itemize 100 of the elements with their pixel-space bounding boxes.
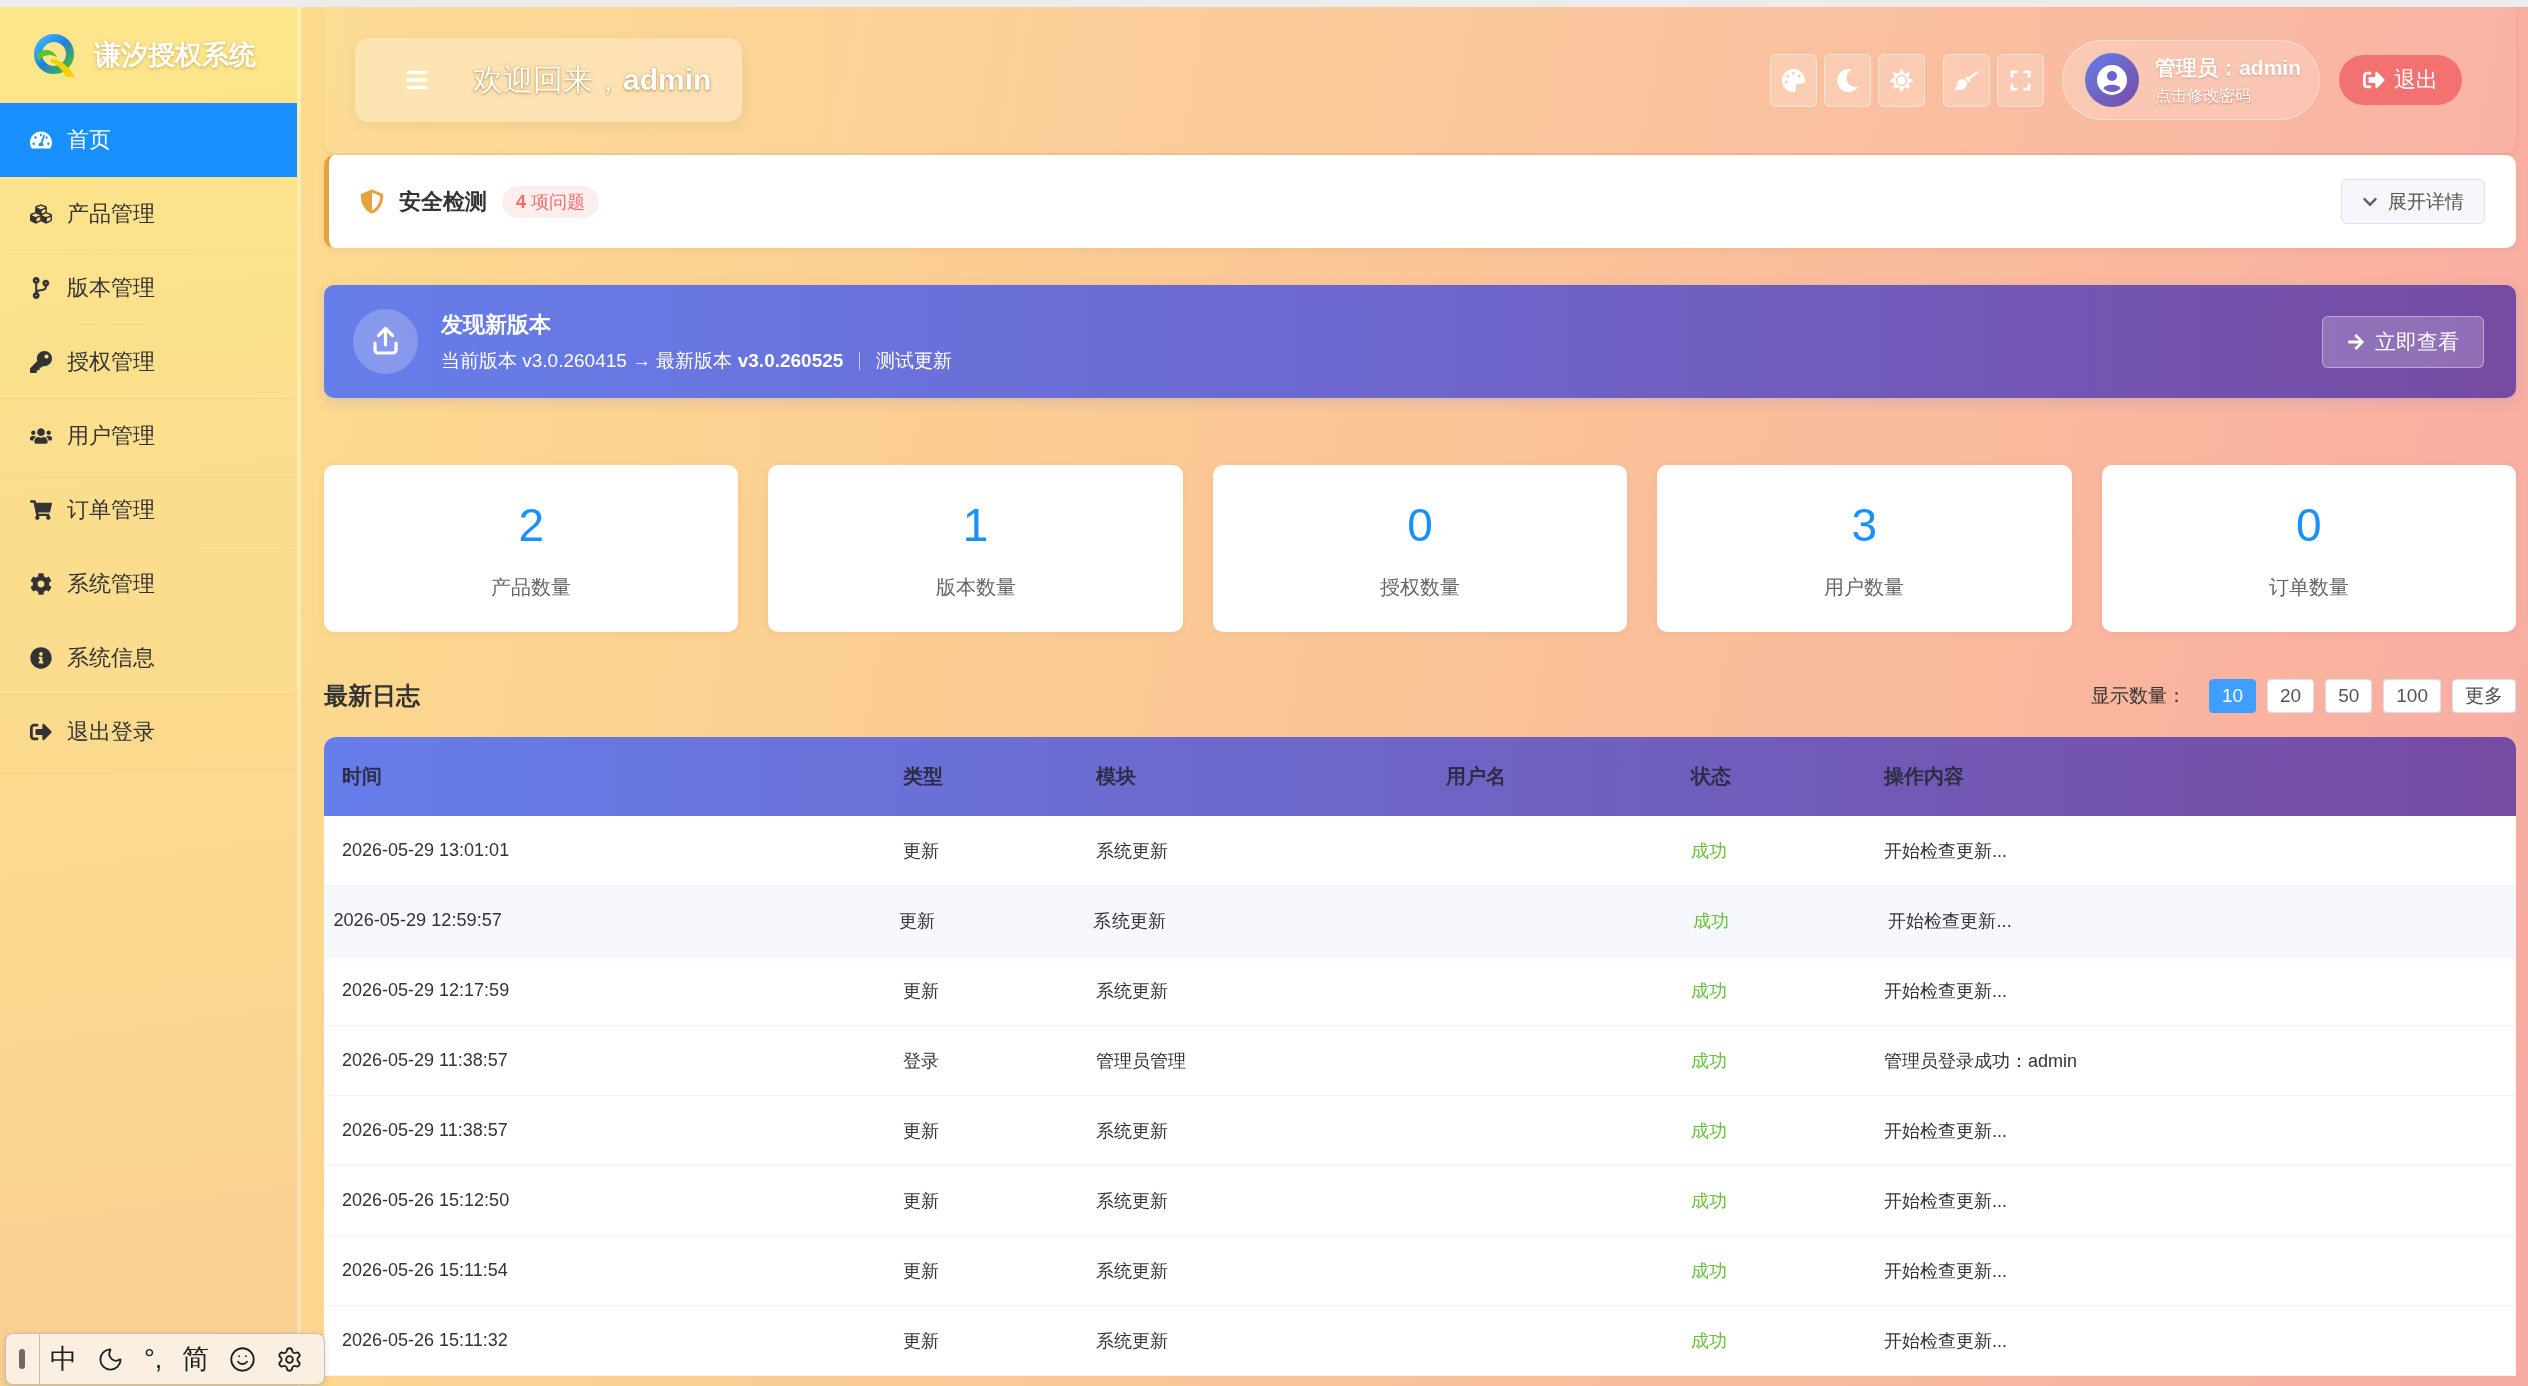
fullscreen-button[interactable] xyxy=(1997,53,2045,107)
view-now-button[interactable]: 立即查看 xyxy=(2322,315,2484,368)
table-cell-text: 成功 xyxy=(1693,909,1731,933)
issue-count-badge: 4 项问题 xyxy=(502,185,600,218)
sidebar-item[interactable]: 产品管理 xyxy=(0,177,297,251)
table-cell-text: 成功 xyxy=(1691,1329,1728,1353)
column-header: 操作内容 xyxy=(1884,764,1965,789)
table-cell-text: 系统更新 xyxy=(1096,1189,1169,1213)
table-cell-text: 开始检查更新... xyxy=(1884,839,2008,863)
sidebar-item[interactable]: 授权管理 xyxy=(0,325,297,399)
stat-label: 版本数量 xyxy=(935,575,1016,601)
broom-icon xyxy=(1955,68,1979,92)
sidebar-item[interactable]: 版本管理 xyxy=(0,251,297,325)
settings-icon[interactable] xyxy=(276,1345,304,1373)
welcome-text: 欢迎回来，admin xyxy=(473,61,712,98)
stat-value: 1 xyxy=(962,499,989,551)
sidebar-item[interactable]: 退出登录 xyxy=(0,695,297,769)
section-title: 最新日志 xyxy=(324,681,420,711)
menu-icon[interactable] xyxy=(405,68,429,92)
table-cell-text: 系统更新 xyxy=(1096,839,1169,863)
sidebar-item[interactable]: 用户管理 xyxy=(0,399,297,473)
arrow-right-icon xyxy=(2347,332,2365,351)
shield-icon xyxy=(360,188,384,215)
smiley-icon[interactable] xyxy=(229,1345,257,1373)
table-cell-text: 2026-05-29 11:38:57 xyxy=(342,1050,509,1071)
table-cell-text: 成功 xyxy=(1691,1189,1728,1213)
input-mode-button[interactable]: 中 xyxy=(50,1345,77,1373)
column-header: 用户名 xyxy=(1446,764,1507,789)
branch-icon xyxy=(30,276,52,299)
table-cell-text: 更新 xyxy=(903,1259,940,1283)
table-cell-text: 2026-05-29 13:01:01 xyxy=(342,840,511,861)
info-icon xyxy=(30,646,52,669)
logout-icon xyxy=(2363,69,2385,91)
stat-value: 2 xyxy=(518,499,544,551)
grip-icon[interactable] xyxy=(19,1349,25,1369)
broom-button[interactable] xyxy=(1943,53,1991,107)
table-cell-text: 开始检查更新... xyxy=(1884,1259,2008,1283)
page-size-label: 显示数量： xyxy=(2090,684,2186,708)
update-title: 发现新版本 xyxy=(441,310,552,339)
table-cell-text: 系统更新 xyxy=(1096,1259,1169,1283)
script-button[interactable]: 简 xyxy=(182,1345,210,1373)
table-cell-text: 系统更新 xyxy=(1096,1329,1169,1353)
more-button[interactable]: 更多 xyxy=(2452,679,2516,713)
table-cell-text: 更新 xyxy=(903,1329,940,1353)
table-cell-text: 开始检查更新... xyxy=(1884,1329,2008,1353)
user-name: 管理员：admin xyxy=(2155,54,2301,81)
moon-icon xyxy=(1836,68,1860,92)
app-title: 谦汐授权系统 xyxy=(94,39,256,72)
table-cell-text: 系统更新 xyxy=(1096,1119,1169,1143)
table-cell-text: 开始检查更新... xyxy=(1884,979,2008,1003)
palette-icon xyxy=(1782,68,1806,92)
table-cell-text: 更新 xyxy=(903,1119,940,1143)
key-icon xyxy=(30,350,52,373)
table-cell-text: 更新 xyxy=(903,1189,940,1213)
page-size-button[interactable]: 100 xyxy=(2383,679,2441,713)
stat-value: 0 xyxy=(2296,499,2322,551)
fullscreen-icon xyxy=(2009,68,2033,92)
table-cell-text: 开始检查更新... xyxy=(1884,1189,2008,1213)
dark-mode-button[interactable] xyxy=(1824,53,1872,107)
light-mode-button[interactable] xyxy=(1878,53,1926,107)
table-cell-text: 开始检查更新... xyxy=(1884,1119,2008,1143)
stat-label: 用户数量 xyxy=(1824,575,1905,601)
sidebar-item[interactable]: 订单管理 xyxy=(0,473,297,547)
stat-label: 产品数量 xyxy=(491,575,572,601)
stat-label: 订单数量 xyxy=(2268,575,2349,601)
column-header: 模块 xyxy=(1096,764,1137,789)
table-cell-text: 2026-05-29 12:59:57 xyxy=(333,909,503,932)
column-header: 时间 xyxy=(342,764,383,789)
settings-icon xyxy=(30,572,52,595)
table-cell-text: 更新 xyxy=(898,909,937,933)
punctuation-button[interactable]: °, xyxy=(144,1345,163,1373)
table-cell-text: 系统更新 xyxy=(1093,909,1167,933)
table-cell-text: 更新 xyxy=(903,979,940,1003)
page-size-button[interactable]: 50 xyxy=(2325,679,2373,713)
table-cell-text: 2026-05-26 15:12:50 xyxy=(342,1190,511,1211)
page-size-button[interactable]: 20 xyxy=(2267,679,2315,713)
stat-label: 授权数量 xyxy=(1380,575,1460,601)
table-cell-text: 更新 xyxy=(903,839,940,863)
palette-button[interactable] xyxy=(1770,53,1818,107)
table-cell-text: 2026-05-29 11:38:57 xyxy=(342,1120,509,1141)
sidebar-item[interactable]: 系统管理 xyxy=(0,547,297,621)
table-cell-text: 2026-05-26 15:11:54 xyxy=(342,1260,509,1281)
expand-details-button[interactable]: 展开详情 xyxy=(2341,179,2485,224)
table-cell-text: 成功 xyxy=(1691,1259,1728,1283)
stat-value: 0 xyxy=(1407,499,1433,551)
sun-icon xyxy=(1890,68,1914,92)
cubes-icon xyxy=(30,202,52,225)
change-password-hint: 点击修改密码 xyxy=(2155,85,2253,106)
table-cell-text: 管理员登录成功：admin xyxy=(1884,1049,2079,1073)
table-cell-text: 2026-05-29 12:17:59 xyxy=(342,980,511,1001)
column-header: 类型 xyxy=(903,764,944,789)
avatar-icon xyxy=(2085,53,2140,107)
table-cell-text: 成功 xyxy=(1691,839,1728,863)
table-cell-text: 系统更新 xyxy=(1096,979,1169,1003)
column-header: 状态 xyxy=(1691,764,1732,789)
version-detail: 当前版本 v3.0.260415 → 最新版本 v3.0.260525 xyxy=(441,348,844,373)
sidebar-item[interactable]: 系统信息 xyxy=(0,621,297,695)
cart-icon xyxy=(30,498,52,521)
test-update-link[interactable]: 测试更新 xyxy=(876,347,953,374)
upload-icon xyxy=(353,309,418,374)
